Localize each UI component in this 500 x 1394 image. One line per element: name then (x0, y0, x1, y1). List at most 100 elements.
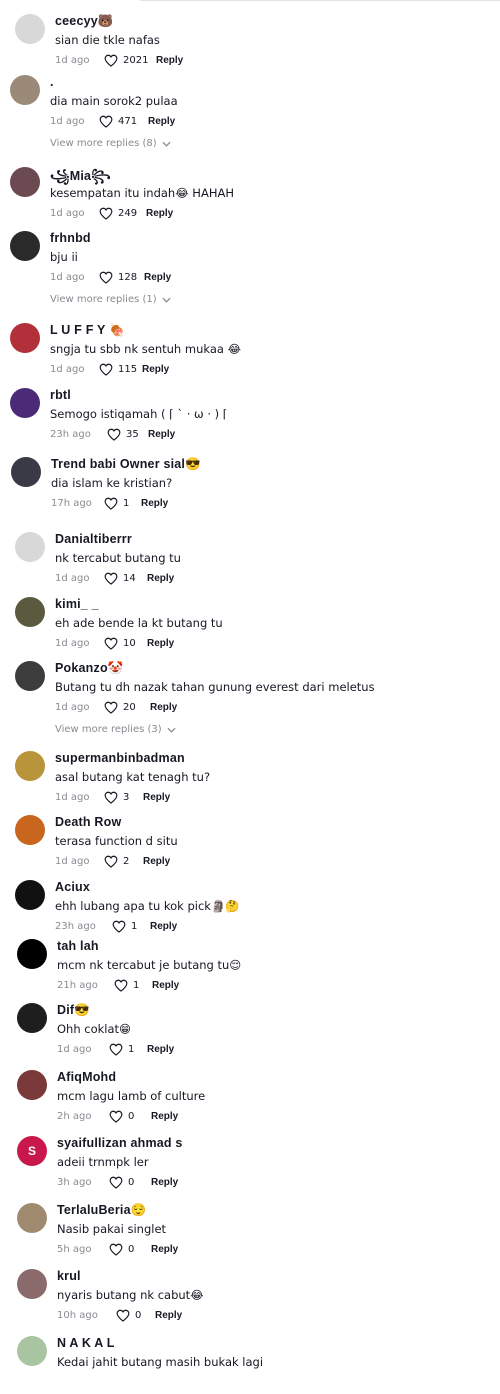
avatar[interactable] (15, 880, 45, 910)
like-button[interactable]: 3 (104, 791, 129, 804)
comment-username[interactable]: N A K A L (57, 1336, 115, 1350)
comment-text: kesempatan itu indah😂 HAHAH (50, 186, 234, 200)
view-more-replies[interactable]: View more replies (8) (50, 138, 171, 149)
comment-username[interactable]: Pokanzo🤡 (55, 661, 124, 676)
avatar[interactable] (15, 14, 45, 44)
reply-button[interactable]: Reply (150, 702, 177, 713)
like-button[interactable]: 20 (104, 701, 136, 714)
like-button[interactable]: 1 (109, 1043, 134, 1056)
heart-icon[interactable] (99, 271, 113, 284)
avatar[interactable] (10, 167, 40, 197)
avatar[interactable] (17, 939, 47, 969)
heart-icon[interactable] (112, 920, 126, 933)
reply-button[interactable]: Reply (148, 116, 175, 127)
avatar[interactable] (11, 457, 41, 487)
heart-icon[interactable] (104, 701, 118, 714)
avatar[interactable] (15, 815, 45, 845)
comment-username[interactable]: kimi_ _ (55, 597, 99, 611)
comment-username[interactable]: tah lah (57, 939, 99, 953)
like-button[interactable]: 0 (116, 1309, 141, 1322)
comment-username[interactable]: rbtl (50, 388, 71, 402)
avatar[interactable] (15, 661, 45, 691)
heart-icon[interactable] (104, 54, 118, 67)
comment-username[interactable]: krul (57, 1269, 81, 1283)
reply-button[interactable]: Reply (143, 856, 170, 867)
comment-username[interactable]: Dif😎 (57, 1003, 90, 1018)
comment-username[interactable]: . (50, 75, 54, 89)
like-button[interactable]: 10 (104, 637, 136, 650)
avatar[interactable] (17, 1203, 47, 1233)
reply-button[interactable]: Reply (148, 429, 175, 440)
reply-button[interactable]: Reply (151, 1111, 178, 1122)
view-more-replies[interactable]: View more replies (1) (50, 294, 171, 305)
heart-icon[interactable] (104, 637, 118, 650)
reply-button[interactable]: Reply (143, 792, 170, 803)
reply-button[interactable]: Reply (146, 208, 173, 219)
comment-username[interactable]: ceecyy🐻 (55, 14, 114, 29)
like-button[interactable]: 0 (109, 1176, 134, 1189)
reply-button[interactable]: Reply (156, 55, 183, 66)
reply-button[interactable]: Reply (147, 573, 174, 584)
heart-icon[interactable] (109, 1176, 123, 1189)
like-button[interactable]: 35 (107, 428, 139, 441)
reply-button[interactable]: Reply (147, 1044, 174, 1055)
like-button[interactable]: 0 (109, 1243, 134, 1256)
comment-username[interactable]: Trend babi Owner sial😎 (51, 457, 201, 472)
heart-icon[interactable] (99, 207, 113, 220)
like-button[interactable]: 115 (99, 363, 137, 376)
avatar[interactable] (10, 231, 40, 261)
reply-button[interactable]: Reply (144, 272, 171, 283)
heart-icon[interactable] (107, 428, 121, 441)
heart-icon[interactable] (104, 497, 118, 510)
comment-username[interactable]: L U F F Y 🍖 (50, 323, 125, 338)
comment-username[interactable]: Death Row (55, 815, 121, 829)
comment-username[interactable]: frhnbd (50, 231, 91, 245)
avatar[interactable] (10, 388, 40, 418)
heart-icon[interactable] (104, 791, 118, 804)
reply-button[interactable]: Reply (150, 921, 177, 932)
like-button[interactable]: 128 (99, 271, 137, 284)
avatar[interactable] (10, 75, 40, 105)
avatar[interactable] (15, 751, 45, 781)
heart-icon[interactable] (104, 855, 118, 868)
reply-button[interactable]: Reply (141, 498, 168, 509)
comment-username[interactable]: Aciux (55, 880, 90, 894)
reply-button[interactable]: Reply (142, 364, 169, 375)
heart-icon[interactable] (116, 1309, 130, 1322)
reply-button[interactable]: Reply (151, 1177, 178, 1188)
like-button[interactable]: 1 (114, 979, 139, 992)
avatar[interactable]: S (17, 1136, 47, 1166)
avatar[interactable] (10, 323, 40, 353)
comment-username[interactable]: AfiqMohd (57, 1070, 116, 1084)
comment-username[interactable]: Danialtiberrr (55, 532, 132, 546)
reply-button[interactable]: Reply (152, 980, 179, 991)
comment-username[interactable]: supermanbinbadman (55, 751, 185, 765)
reply-button[interactable]: Reply (147, 638, 174, 649)
like-button[interactable]: 2 (104, 855, 129, 868)
reply-button[interactable]: Reply (151, 1244, 178, 1255)
heart-icon[interactable] (114, 979, 128, 992)
heart-icon[interactable] (109, 1043, 123, 1056)
avatar[interactable] (17, 1003, 47, 1033)
like-button[interactable]: 1 (112, 920, 137, 933)
heart-icon[interactable] (99, 363, 113, 376)
avatar[interactable] (17, 1336, 47, 1366)
like-button[interactable]: 0 (109, 1110, 134, 1123)
view-more-replies[interactable]: View more replies (3) (55, 724, 176, 735)
reply-button[interactable]: Reply (155, 1310, 182, 1321)
heart-icon[interactable] (109, 1110, 123, 1123)
like-button[interactable]: 249 (99, 207, 137, 220)
comment-username[interactable]: syaifullizan ahmad s (57, 1136, 183, 1150)
heart-icon[interactable] (99, 115, 113, 128)
heart-icon[interactable] (109, 1243, 123, 1256)
like-button[interactable]: 1 (104, 497, 129, 510)
like-button[interactable]: 471 (99, 115, 137, 128)
heart-icon[interactable] (104, 572, 118, 585)
avatar[interactable] (17, 1070, 47, 1100)
avatar[interactable] (15, 532, 45, 562)
avatar[interactable] (17, 1269, 47, 1299)
avatar[interactable] (15, 597, 45, 627)
comment-username[interactable]: TerlaluBeria😌 (57, 1203, 147, 1218)
like-button[interactable]: 14 (104, 572, 136, 585)
like-button[interactable]: 2021 (104, 54, 148, 67)
